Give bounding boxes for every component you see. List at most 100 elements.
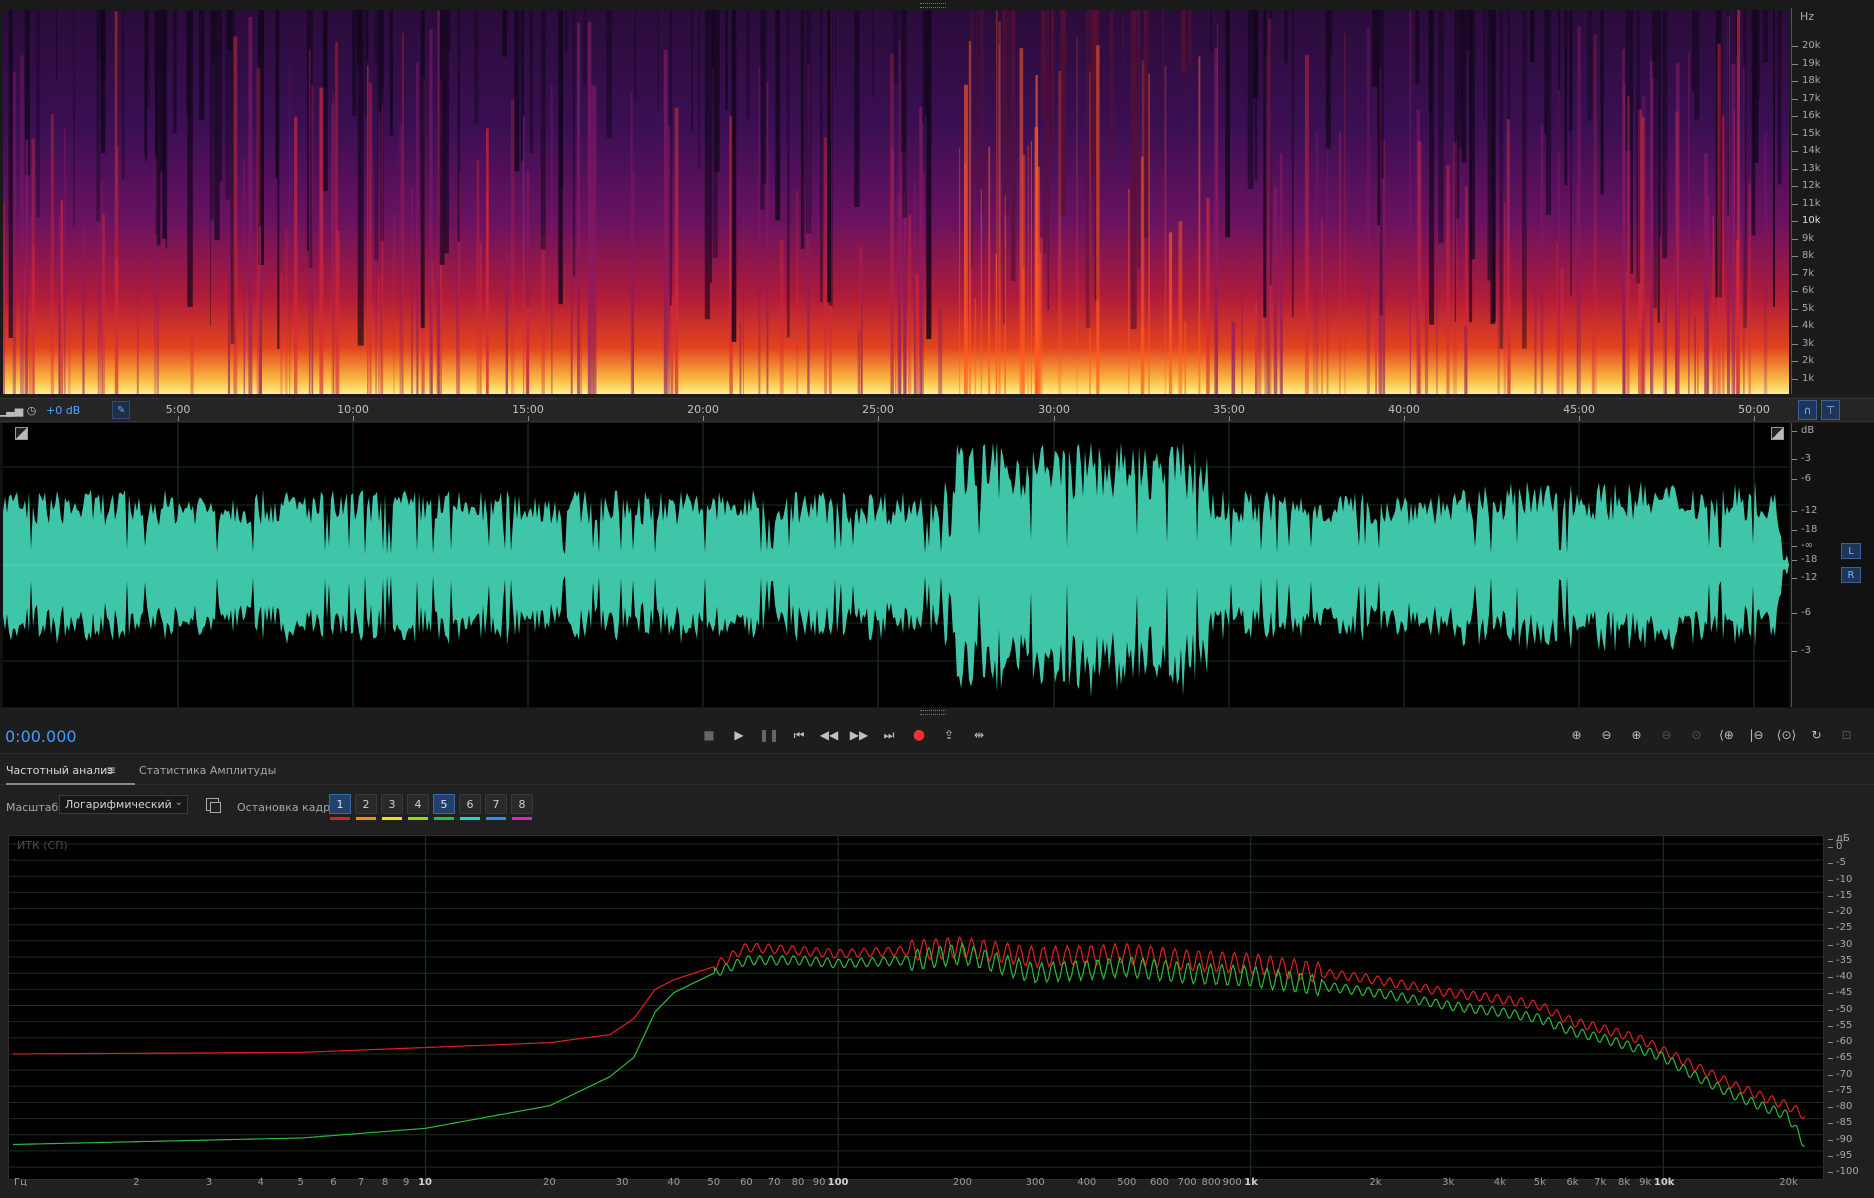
fade-out-handle[interactable] [1771,427,1784,440]
frequency-tick-label: 6k [1566,1177,1579,1188]
hz-tick: 4k [1791,320,1815,331]
spectrogram-streak [1321,217,1324,394]
skip-end-icon[interactable]: ⏭ [878,724,900,746]
spectrogram-streak [1697,315,1699,394]
zoom-out-time-icon[interactable]: ⊖ [1655,724,1678,746]
spectrogram-streak [336,230,340,394]
skip-selection-icon[interactable]: ⇹ [968,724,990,746]
spectrogram-canvas[interactable] [3,10,1789,394]
spectrogram-streak [1464,326,1468,394]
stop-icon[interactable]: ■ [698,724,720,746]
skip-start-icon[interactable]: ⏮ [788,724,810,746]
headphones-icon[interactable]: ∩ [1798,400,1817,420]
fast-forward-icon[interactable]: ▶▶ [848,724,870,746]
spectrogram-streak [1773,10,1775,307]
frequency-tick-label: 9k [1639,1177,1652,1188]
frame-hold-button-6[interactable]: 6 [459,794,481,820]
frame-hold-buttons: 1 2 3 4 5 6 7 8 [329,794,533,820]
spectrogram-streak [1011,10,1016,281]
zoom-in-time-icon[interactable]: ⊕ [1625,724,1648,746]
spectrogram-streak [663,50,668,394]
spectrogram-streak [60,200,64,394]
spectrogram-streak [58,216,61,394]
spectrogram-streak [762,10,767,184]
top-resize-handle[interactable] [920,3,946,8]
spectrogram-streak [1560,268,1564,394]
zoom-to-selection-icon[interactable]: ⊡ [1835,724,1858,746]
hz-tick: 1k [1791,372,1815,384]
spectrogram-streak [1424,300,1429,394]
frame-hold-button-2[interactable]: 2 [355,794,377,820]
fade-in-handle[interactable] [15,427,28,440]
frequency-plot-graphic [9,836,1823,1179]
spectrogram-streak [367,66,369,394]
waveform-view[interactable]: dB -3 -6 -12 -18 -∞ -18 -12 -6 -3 L R [0,423,1874,708]
pin-icon[interactable]: ✎ [112,401,131,419]
spectrogram-streak [775,10,781,221]
spectrogram-streak [577,22,581,394]
spectrogram-streak [828,10,833,306]
analyzer-db-tick: -35 [1827,954,1853,966]
spectrogram-streak [1630,10,1633,274]
frame-hold-button-7[interactable]: 7 [485,794,507,820]
frame-hold-button-8[interactable]: 8 [511,794,533,820]
copy-icon[interactable] [206,798,221,813]
time-label: 45:00 [1563,403,1595,416]
tab-amplitude-statistics[interactable]: Статистика Амплитуды [139,764,276,777]
rewind-icon[interactable]: ◀◀ [818,724,840,746]
spectrogram-streak [1727,10,1729,216]
spectrogram-view[interactable]: Hz 20k 19k 18k 17k 16k 15k 14k 13k 12k 11k 10k 9k 8k… [0,0,1874,395]
timeline-ruler[interactable]: ▁▃▅ ◷ +0 dB ✎ 5:00 10:00 15:00 20:00 25:00 30… [0,398,1874,422]
marker-pin-icon[interactable]: ⊤ [1821,400,1840,420]
tab-frequency-analysis[interactable]: Частотный анализ [6,764,136,785]
zoom-reset-icon[interactable]: ↻ [1805,724,1828,746]
frame-hold-label-4: 4 [414,797,422,811]
zoom-out-point-icon[interactable]: |⊖ [1745,724,1768,746]
signal-bars-icon[interactable]: ▁▃▅ [0,402,23,419]
spectrogram-streak [580,302,582,394]
bottom-resize-handle[interactable] [920,710,946,715]
zoom-out-amplitude-icon[interactable]: ⊖ [1595,724,1618,746]
hz-unit-label: Hz [1800,10,1815,23]
spectrogram-streak [1231,321,1236,394]
time-label: 5:00 [165,403,191,416]
spectrogram-streak [145,10,150,106]
spectrogram-streak [731,10,737,342]
record-icon[interactable]: ● [908,724,930,746]
frame-hold-button-3[interactable]: 3 [381,794,403,820]
zoom-full-icon[interactable]: ⊙ [1685,724,1708,746]
loop-playback-icon[interactable]: ⇪ [938,724,960,746]
spectrogram-streak [1137,10,1141,269]
timecode-display[interactable]: 0:00.000 [5,727,77,746]
spectrogram-streak [68,333,71,394]
time-label: 10:00 [337,403,369,416]
zoom-in-point-icon[interactable]: ⟨⊕ [1715,724,1738,746]
spectrogram-streak [1743,66,1745,394]
scale-label: Масштаб: [6,801,62,814]
panel-menu-icon[interactable]: ≡ [106,763,116,777]
frame-hold-button-1[interactable]: 1 [329,794,351,820]
gain-readout[interactable]: +0 dB [46,404,80,417]
spectrogram-streak [1556,242,1558,394]
spectrogram-streak [1273,187,1278,394]
clock-icon[interactable]: ◷ [23,402,40,419]
waveform-canvas[interactable] [3,423,1789,707]
pause-icon[interactable]: ❚❚ [758,724,780,746]
zoom-selection-icon[interactable]: ⟨⊙⟩ [1775,724,1798,746]
channel-left-button[interactable]: L [1841,543,1861,559]
spectrogram-streak [378,277,380,394]
spectrogram-streak [233,36,238,394]
time-label: 30:00 [1038,403,1070,416]
zoom-in-amplitude-icon[interactable]: ⊕ [1565,724,1588,746]
hz-tick: 17k [1792,92,1821,104]
spectrogram-streak [926,10,932,339]
analyzer-db-tick: -5 [1828,857,1846,869]
zoom-controls: ⊕ ⊖ ⊕ ⊖ ⊙ ⟨⊕ |⊖ ⟨⊙⟩ ↻ ⊡ [1565,724,1858,746]
spectrogram-streak [505,249,508,394]
play-icon[interactable]: ▶ [728,724,750,746]
frame-hold-button-5[interactable]: 5 [433,794,455,820]
frame-hold-button-4[interactable]: 4 [407,794,429,820]
frequency-analyzer-plot[interactable]: ИТК (СП) [8,835,1824,1180]
scale-dropdown[interactable]: Логарифмический ⌄ [59,795,188,814]
channel-right-button[interactable]: R [1841,567,1861,583]
